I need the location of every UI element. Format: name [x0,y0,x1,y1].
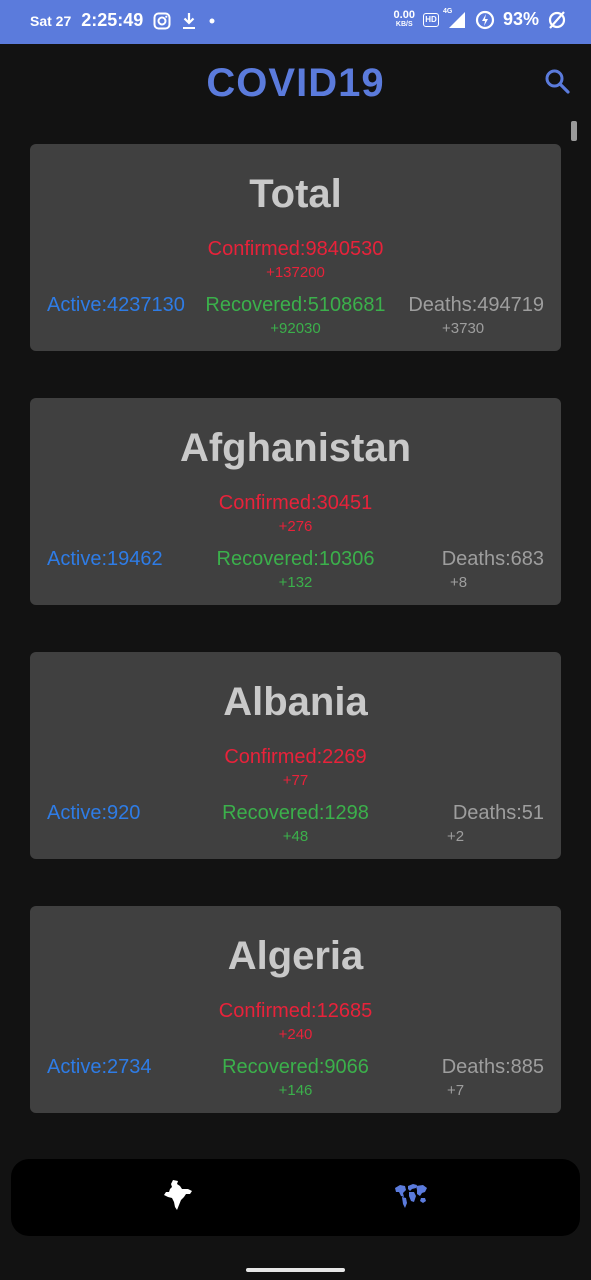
recovered-delta: +146 [278,1082,313,1099]
signal-label: 4G [442,7,453,15]
home-indicator[interactable] [246,1268,345,1272]
app-bar: COVID19 [0,44,591,124]
instagram-icon [153,12,171,30]
country-card-algeria[interactable]: Algeria Confirmed:12685 +240 Active:2734… [30,906,561,1113]
country-card-albania[interactable]: Albania Confirmed:2269 +77 Active:920 Re… [30,652,561,859]
search-icon [544,68,570,99]
confirmed-delta: +77 [282,772,309,789]
status-time: 2:25:49 [81,10,144,30]
deaths-count: Deaths:683 [441,548,544,570]
nav-india-button[interactable] [158,1177,198,1217]
country-card-total[interactable]: Total Confirmed:9840530 +137200 Active:4… [30,144,561,351]
signal-icon: 4G [443,8,467,29]
india-map-icon [161,1178,195,1217]
status-bar: Sat 27 2:25:49 0.00 KB/S HD 4G 93% [0,0,591,44]
world-map-icon [393,1180,429,1215]
deaths-count: Deaths:885 [441,1056,544,1078]
bottom-navigation [11,1159,580,1236]
confirmed-count: Confirmed:9840530 [207,238,384,260]
network-speed-unit: KB/S [395,20,413,28]
app-title: COVID19 [206,61,385,105]
confirmed-count: Confirmed:12685 [218,1000,373,1022]
data-off-icon [547,10,567,30]
nav-world-button[interactable] [391,1177,431,1217]
country-card-afghanistan[interactable]: Afghanistan Confirmed:30451 +276 Active:… [30,398,561,605]
confirmed-delta: +276 [278,518,313,535]
card-title: Algeria [227,934,364,978]
deaths-delta: +3730 [442,320,485,337]
recovered-delta: +48 [282,828,309,845]
search-button[interactable] [540,66,574,100]
status-date: Sat 27 [30,12,72,29]
hd-badge: HD [422,12,439,27]
card-title: Albania [223,680,368,724]
deaths-delta: +7 [447,1082,465,1099]
battery-saver-icon [475,10,495,30]
deaths-delta: +8 [450,574,468,591]
battery-percent: 93% [502,9,539,29]
card-title: Total [249,172,342,216]
deaths-delta: +2 [447,828,465,845]
download-icon [181,12,197,30]
confirmed-delta: +137200 [266,264,325,281]
network-speed: 0.00 KB/S [393,8,415,29]
recovered-delta: +132 [278,574,313,591]
network-speed-value: 0.00 [393,8,415,21]
confirmed-count: Confirmed:30451 [218,492,373,514]
scrollbar-thumb[interactable] [571,121,577,141]
deaths-count: Deaths:494719 [408,294,544,316]
card-title: Afghanistan [179,426,412,470]
confirmed-delta: +240 [278,1026,313,1043]
confirmed-count: Confirmed:2269 [224,746,367,768]
deaths-count: Deaths:51 [452,802,544,824]
dot-icon [207,16,217,26]
